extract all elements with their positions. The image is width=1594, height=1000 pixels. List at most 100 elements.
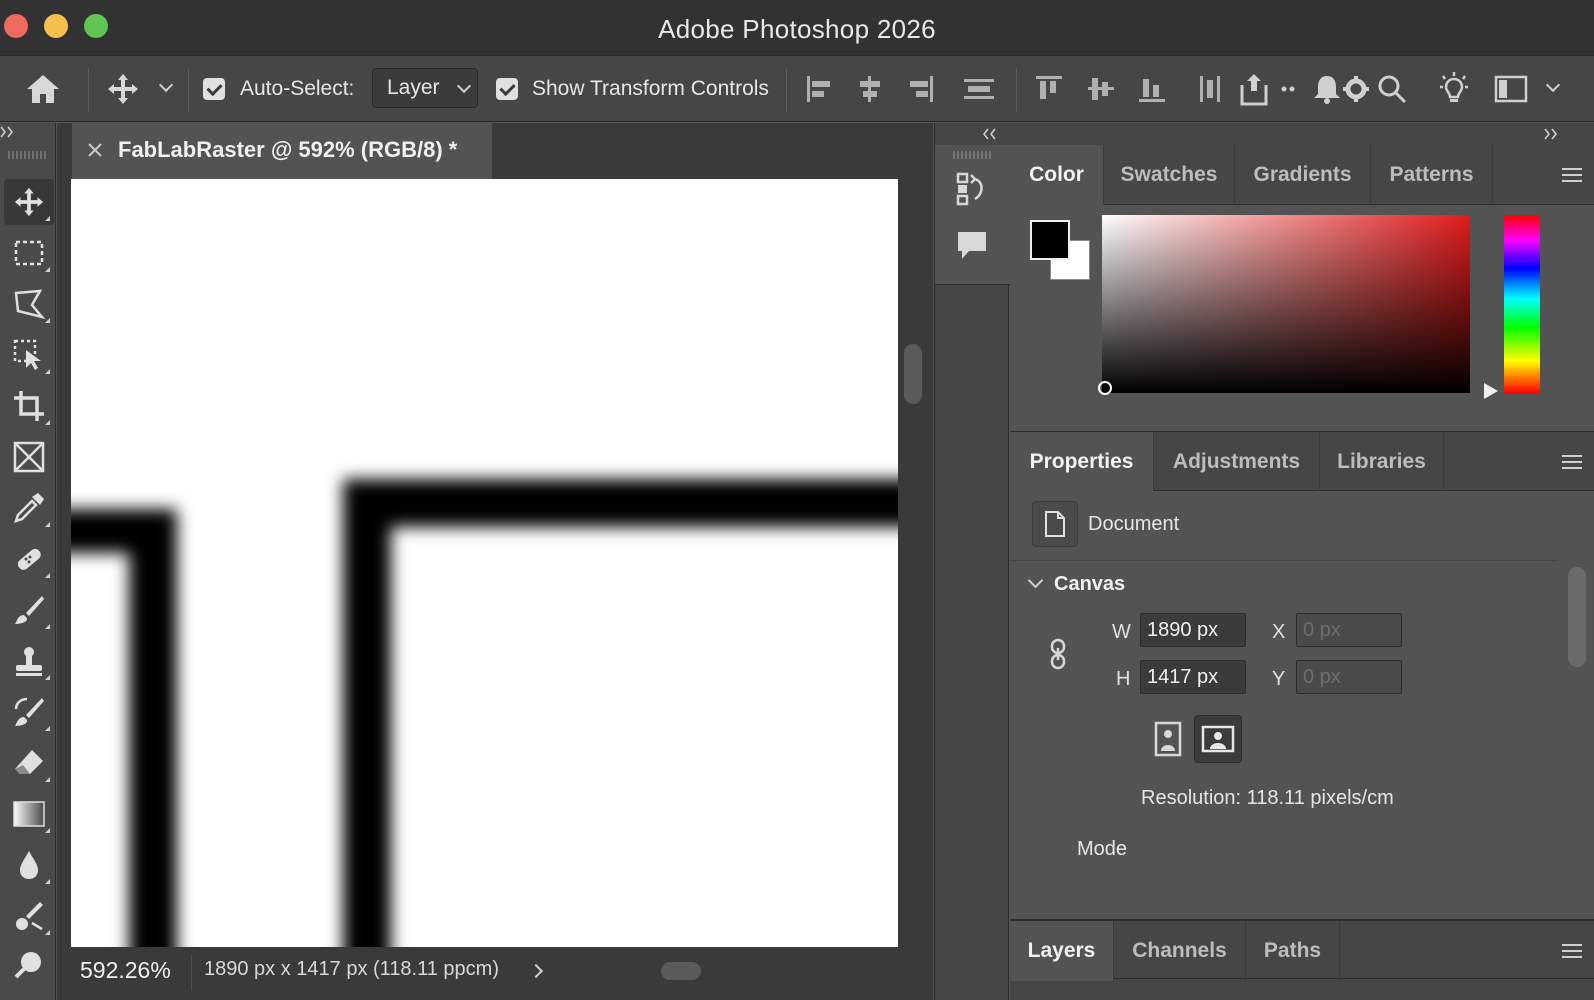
history-brush-tool[interactable]: [4, 689, 54, 735]
tab-gradients[interactable]: Gradients: [1235, 145, 1371, 205]
horizontal-scroll-thumb[interactable]: [661, 962, 701, 980]
vertical-scrollbar[interactable]: [898, 179, 932, 947]
width-input[interactable]: 1890 px: [1140, 613, 1246, 647]
auto-select-value: Layer: [387, 76, 440, 99]
tab-color[interactable]: Color: [1010, 145, 1104, 205]
distribute-horizontal-button[interactable]: [1196, 56, 1226, 122]
properties-scroll-thumb[interactable]: [1568, 567, 1586, 667]
auto-select-label: Auto-Select:: [240, 77, 355, 100]
panel-grip[interactable]: [8, 151, 48, 159]
panel-grip[interactable]: [953, 151, 993, 159]
chevron-down-icon[interactable]: [1545, 77, 1561, 93]
dodge-tool[interactable]: [4, 893, 54, 939]
workspace-button[interactable]: [1494, 56, 1528, 122]
crop-icon: [14, 391, 44, 421]
properties-scrollbar[interactable]: [1558, 557, 1594, 925]
tab-patterns[interactable]: Patterns: [1371, 145, 1493, 205]
lasso-tool[interactable]: [4, 281, 54, 327]
align-horizontal-center-button[interactable]: [856, 56, 884, 122]
brush-tool[interactable]: [4, 587, 54, 633]
hue-slider-marker[interactable]: [1484, 383, 1498, 399]
landscape-orientation-button[interactable]: [1194, 715, 1242, 763]
rectangular-marquee-tool[interactable]: [4, 230, 54, 276]
align-top-button[interactable]: [1034, 56, 1064, 122]
distribute-icon: [964, 79, 994, 99]
history-brush-icon: [14, 697, 44, 726]
gear-icon: [1343, 76, 1369, 102]
x-input: 0 px: [1296, 613, 1402, 647]
collapsed-panel-dock: [934, 123, 1010, 1000]
collapse-panel-icon[interactable]: [981, 127, 997, 141]
align-left-icon: [807, 76, 830, 102]
frame-tool[interactable]: [4, 434, 54, 480]
hue-slider[interactable]: [1504, 215, 1540, 393]
polygonal-lasso-icon: [14, 289, 46, 320]
align-right-button[interactable]: [907, 56, 935, 122]
tab-libraries[interactable]: Libraries: [1320, 432, 1444, 492]
tab-properties[interactable]: Properties: [1010, 432, 1154, 492]
align-bottom-button[interactable]: [1137, 56, 1167, 122]
spot-healing-brush-tool[interactable]: [4, 536, 54, 582]
foreground-color-swatch[interactable]: [1030, 220, 1070, 260]
move-tool-preset-button[interactable]: [106, 56, 140, 122]
tab-swatches[interactable]: Swatches: [1104, 145, 1235, 205]
comments-panel-icon[interactable]: [955, 229, 989, 263]
image-canvas[interactable]: [71, 179, 898, 947]
expand-panel-icon[interactable]: [1544, 127, 1560, 141]
document-type-button[interactable]: [1032, 501, 1078, 547]
height-input[interactable]: 1417 px: [1140, 660, 1246, 694]
color-panel: [1010, 205, 1594, 431]
clone-stamp-tool[interactable]: [4, 638, 54, 684]
distribute-horizontal-icon: [1200, 76, 1220, 102]
link-dimensions-icon[interactable]: [1048, 638, 1068, 670]
color-picker-field[interactable]: [1102, 215, 1470, 393]
width-label: W: [1112, 621, 1131, 643]
discover-button[interactable]: [1436, 56, 1472, 122]
search-button[interactable]: [1376, 56, 1408, 122]
chevron-right-icon[interactable]: [528, 963, 544, 979]
tab-paths[interactable]: Paths: [1246, 921, 1340, 981]
expand-panel-icon[interactable]: [0, 125, 16, 139]
auto-select-checkbox[interactable]: [203, 56, 225, 122]
more-options-button[interactable]: [1280, 56, 1296, 122]
object-selection-tool[interactable]: [4, 332, 54, 378]
history-panel-icon[interactable]: [955, 171, 989, 207]
auto-select-dropdown[interactable]: Layer: [372, 68, 478, 108]
panel-menu-icon[interactable]: [1562, 944, 1582, 958]
distribute-vertical-button[interactable]: [962, 56, 996, 122]
tab-channels[interactable]: Channels: [1114, 921, 1246, 981]
x-label: X: [1272, 621, 1286, 643]
portrait-orientation-button[interactable]: [1144, 715, 1192, 763]
move-icon: [108, 74, 138, 104]
pen-tool[interactable]: [4, 944, 54, 984]
color-picker-marker[interactable]: [1098, 381, 1112, 395]
close-icon[interactable]: [86, 141, 104, 159]
align-vertical-center-button[interactable]: [1086, 56, 1116, 122]
move-tool[interactable]: [4, 179, 54, 225]
eraser-tool[interactable]: [4, 740, 54, 786]
zoom-level[interactable]: 592.26%: [80, 957, 171, 984]
tab-layers[interactable]: Layers: [1010, 921, 1114, 981]
align-left-button[interactable]: [805, 56, 833, 122]
tab-adjustments[interactable]: Adjustments: [1154, 432, 1320, 492]
chevron-down-icon[interactable]: [1027, 572, 1044, 589]
home-button[interactable]: [24, 56, 62, 122]
frame-icon: [13, 441, 45, 473]
gradient-tool[interactable]: [4, 791, 54, 837]
chevron-down-icon[interactable]: [158, 77, 174, 93]
notifications-button[interactable]: [1312, 56, 1342, 122]
document-tab[interactable]: FabLabRaster @ 592% (RGB/8) *: [72, 123, 492, 179]
settings-button[interactable]: [1342, 56, 1370, 122]
tools-panel: [0, 123, 56, 1000]
layers-panel-tabs: Layers Channels Paths: [1010, 919, 1594, 981]
panel-menu-icon[interactable]: [1562, 455, 1582, 469]
workspace-icon: [1494, 75, 1528, 103]
share-button[interactable]: [1237, 56, 1275, 122]
crop-tool[interactable]: [4, 383, 54, 429]
vertical-scroll-thumb[interactable]: [904, 344, 922, 404]
eyedropper-tool[interactable]: [4, 485, 54, 531]
panel-menu-icon[interactable]: [1562, 168, 1582, 182]
show-transform-checkbox[interactable]: [496, 56, 518, 122]
blur-tool[interactable]: [4, 842, 54, 888]
canvas-section-title[interactable]: Canvas: [1054, 573, 1125, 596]
